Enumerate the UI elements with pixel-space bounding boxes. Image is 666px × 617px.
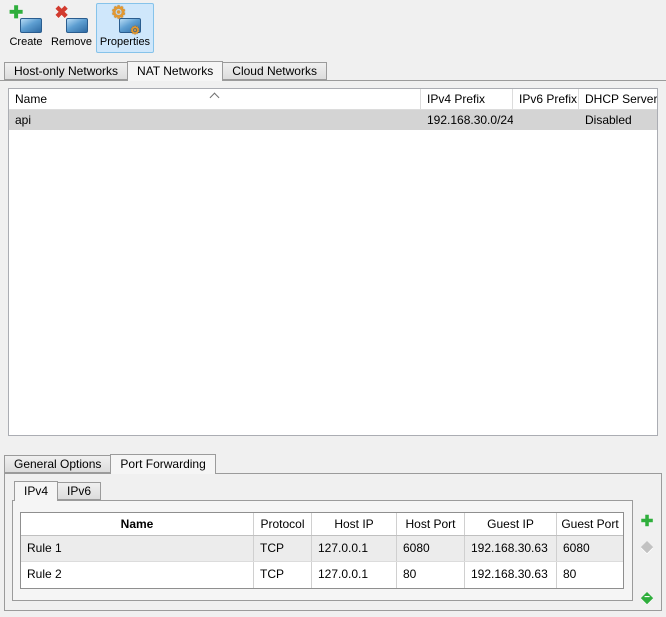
tab-label: Cloud Networks <box>232 64 317 78</box>
tab-nat-networks[interactable]: NAT Networks <box>127 61 223 81</box>
cell-host-port: 6080 <box>397 536 465 561</box>
create-network-button[interactable]: ✚ Create <box>5 3 47 53</box>
tab-label: IPv4 <box>24 484 48 498</box>
gear-small-icon: ⚙ <box>130 26 140 37</box>
remove-network-icon: ✖ <box>55 7 89 34</box>
tab-label: General Options <box>14 457 101 471</box>
plus-badge-icon: ✚ <box>9 4 23 21</box>
properties-button[interactable]: ⚙ ⚙ Properties <box>96 3 154 53</box>
cell-protocol: TCP <box>254 562 312 588</box>
cell-rule-name: Rule 1 <box>21 536 254 561</box>
rule-row-1[interactable]: Rule 1 TCP 127.0.0.1 6080 192.168.30.63 … <box>21 536 623 562</box>
copy-rule-icon: ◆ <box>637 537 657 557</box>
cell-host-ip: 127.0.0.1 <box>312 562 397 588</box>
tab-port-forwarding[interactable]: Port Forwarding <box>110 454 215 474</box>
remove-network-button[interactable]: ✖ Remove <box>48 3 95 53</box>
column-header-guest-port[interactable]: Guest Port <box>557 513 623 535</box>
column-header-label: IPv6 Prefix <box>519 92 577 106</box>
column-header-rule-name[interactable]: Name <box>21 513 254 535</box>
properties-icon: ⚙ ⚙ <box>108 7 142 34</box>
cell-guest-port: 6080 <box>557 536 623 561</box>
tab-label: NAT Networks <box>137 64 213 78</box>
port-forwarding-table: Name Protocol Host IP Host Port Guest IP… <box>20 512 624 589</box>
cell-host-port: 80 <box>397 562 465 588</box>
column-header-dhcp-server[interactable]: DHCP Server <box>579 89 657 109</box>
tab-cloud-networks[interactable]: Cloud Networks <box>222 62 327 80</box>
monitor-icon <box>20 18 42 33</box>
ip-version-tabs: IPv4 IPv6 <box>14 481 100 501</box>
column-header-label: IPv4 Prefix <box>427 92 485 106</box>
column-header-guest-ip[interactable]: Guest IP <box>465 513 557 535</box>
cell-rule-name: Rule 2 <box>21 562 254 588</box>
cell-guest-port: 80 <box>557 562 623 588</box>
column-header-host-port[interactable]: Host Port <box>397 513 465 535</box>
add-rule-button[interactable]: ✚ <box>637 512 657 532</box>
cell-dhcp-server: Disabled <box>579 110 657 130</box>
column-header-host-ip[interactable]: Host IP <box>312 513 397 535</box>
gear-icon: ⚙ <box>111 4 126 21</box>
create-button-label: Create <box>9 36 42 48</box>
monitor-icon <box>66 18 88 33</box>
nat-networks-table: Name IPv4 Prefix IPv6 Prefix DHCP Server… <box>8 88 658 436</box>
network-type-tabs: Host-only Networks NAT Networks Cloud Ne… <box>4 60 326 81</box>
cross-badge-icon: ✖ <box>55 4 69 21</box>
column-header-ipv4-prefix[interactable]: IPv4 Prefix <box>421 89 513 109</box>
remove-button-label: Remove <box>51 36 92 48</box>
column-header-protocol[interactable]: Protocol <box>254 513 312 535</box>
tab-ipv6[interactable]: IPv6 <box>57 482 101 500</box>
network-detail-tabs: General Options Port Forwarding <box>4 453 215 474</box>
port-forwarding-table-header: Name Protocol Host IP Host Port Guest IP… <box>21 513 623 536</box>
create-network-icon: ✚ <box>9 7 43 34</box>
remove-rule-button[interactable]: ◆ − <box>637 588 657 608</box>
cell-host-ip: 127.0.0.1 <box>312 536 397 561</box>
column-header-label: DHCP Server <box>585 92 657 106</box>
rule-row-2[interactable]: Rule 2 TCP 127.0.0.1 80 192.168.30.63 80 <box>21 562 623 588</box>
add-rule-icon: ✚ <box>637 512 657 532</box>
cell-protocol: TCP <box>254 536 312 561</box>
minus-overlay-icon: − <box>637 588 657 607</box>
cell-ipv6-prefix <box>513 110 579 130</box>
sort-ascending-icon <box>209 93 219 103</box>
tab-label: Host-only Networks <box>14 64 118 78</box>
network-row-api[interactable]: api 192.168.30.0/24 Disabled <box>9 110 657 130</box>
column-header-ipv6-prefix[interactable]: IPv6 Prefix <box>513 89 579 109</box>
column-header-name[interactable]: Name <box>9 89 421 109</box>
copy-rule-button[interactable]: ◆ <box>637 537 657 557</box>
cell-guest-ip: 192.168.30.63 <box>465 562 557 588</box>
networks-table-header: Name IPv4 Prefix IPv6 Prefix DHCP Server <box>9 89 657 110</box>
cell-ipv4-prefix: 192.168.30.0/24 <box>421 110 513 130</box>
tab-ipv4[interactable]: IPv4 <box>14 481 58 501</box>
tab-general-options[interactable]: General Options <box>4 455 111 473</box>
column-header-label: Name <box>15 92 47 106</box>
virtualbox-network-manager: ✚ Create ✖ Remove ⚙ ⚙ Properties Host-on… <box>0 0 666 617</box>
tab-host-only-networks[interactable]: Host-only Networks <box>4 62 128 80</box>
properties-button-label: Properties <box>100 36 150 48</box>
cell-name: api <box>9 110 421 130</box>
tab-label: Port Forwarding <box>120 457 205 471</box>
toolbar: ✚ Create ✖ Remove ⚙ ⚙ Properties <box>0 0 666 58</box>
tab-label: IPv6 <box>67 484 91 498</box>
cell-guest-ip: 192.168.30.63 <box>465 536 557 561</box>
